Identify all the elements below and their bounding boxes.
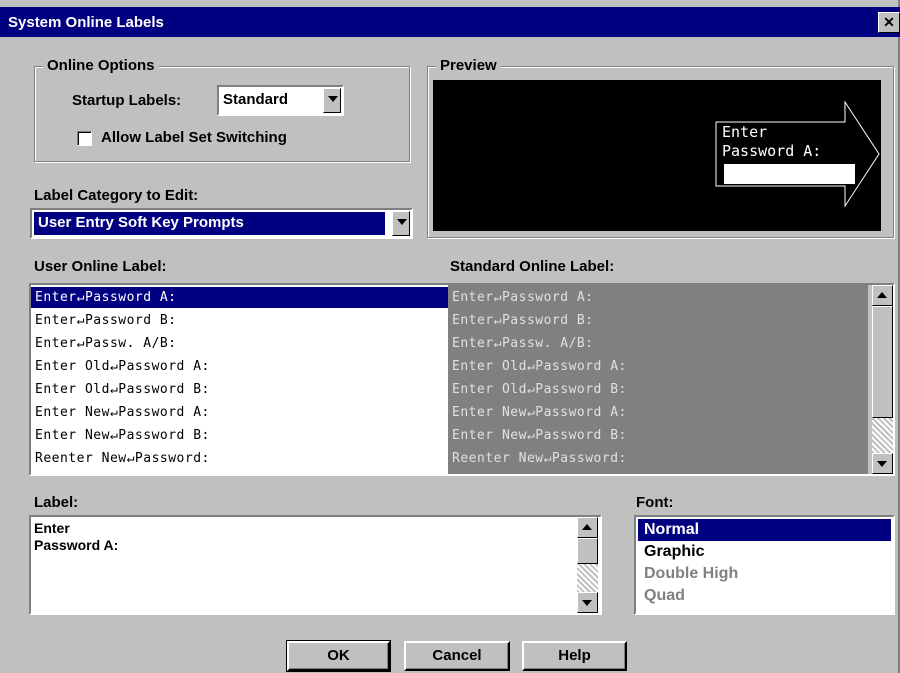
help-button[interactable]: Help [522, 641, 627, 671]
preview-display: Enter Password A: [433, 80, 881, 231]
standard-labels-column: Enter↵Password A: Enter↵Password B: Ente… [448, 285, 868, 474]
user-label-row[interactable]: Enter Old↵Password A: [31, 356, 448, 377]
font-option-normal[interactable]: Normal [638, 519, 891, 541]
scroll-down-button[interactable] [872, 453, 893, 474]
arrow-up-icon [877, 292, 887, 298]
ok-button[interactable]: OK [286, 640, 391, 672]
scroll-up-button[interactable] [872, 285, 893, 306]
standard-label-row: Enter↵Password B: [452, 313, 594, 328]
standard-label-row: Reenter New↵Password: [452, 451, 627, 466]
close-button[interactable]: ✕ [878, 12, 900, 33]
font-option-double-high: Double High [644, 565, 739, 582]
label-category-value: User Entry Soft Key Prompts [38, 214, 244, 231]
label-category-label: Label Category to Edit: [34, 187, 199, 204]
arrow-down-icon [582, 600, 592, 606]
label-category-dropdown-button[interactable] [392, 211, 410, 236]
user-label-row[interactable]: Reenter New↵Password: [31, 448, 448, 469]
label-edit-textarea[interactable]: Enter Password A: [29, 515, 602, 615]
online-labels-scrollbar[interactable] [872, 285, 893, 474]
cancel-button[interactable]: Cancel [404, 641, 510, 671]
user-label-row[interactable]: Enter↵Password A: [31, 287, 448, 308]
font-option-graphic[interactable]: Graphic [638, 541, 891, 563]
startup-labels-dropdown[interactable]: Standard [217, 85, 344, 116]
close-icon: ✕ [883, 14, 895, 30]
standard-label-row: Enter↵Password A: [452, 290, 594, 305]
label-edit-scrollbar[interactable] [577, 517, 598, 613]
standard-label-row: Enter New↵Password B: [452, 428, 627, 443]
scroll-up-button[interactable] [577, 517, 598, 538]
user-online-label-header: User Online Label: [34, 258, 167, 275]
user-label-row[interactable]: Enter↵Passw. A/B: [31, 333, 448, 354]
allow-label-set-switching-checkbox[interactable] [77, 131, 92, 146]
user-label-row[interactable]: Enter New↵Password A: [31, 402, 448, 423]
preview-title: Preview [436, 57, 501, 74]
user-label-row[interactable]: Enter Old↵Password B: [31, 379, 448, 400]
standard-label-row: Enter↵Passw. A/B: [452, 336, 594, 351]
standard-online-label-header: Standard Online Label: [450, 258, 615, 275]
standard-label-row: Enter New↵Password A: [452, 405, 627, 420]
scroll-track[interactable] [872, 418, 893, 453]
label-edit-line-2: Password A: [34, 537, 119, 553]
startup-labels-label: Startup Labels: [72, 92, 182, 109]
online-labels-list[interactable]: Enter↵Password A: Enter↵Password B: Ente… [29, 283, 895, 476]
user-label-row[interactable]: Enter New↵Password B: [31, 425, 448, 446]
preview-highlight-bar [724, 164, 855, 184]
scroll-down-button[interactable] [577, 592, 598, 613]
scroll-thumb[interactable] [872, 306, 893, 418]
preview-line-2: Password A: [722, 142, 822, 160]
label-edit-line-1: Enter [34, 520, 70, 536]
title-bar[interactable]: System Online Labels ✕ [0, 7, 900, 37]
startup-labels-value: Standard [223, 91, 289, 108]
scroll-track[interactable] [577, 564, 598, 592]
font-listbox[interactable]: Normal Graphic Double High Quad [634, 515, 895, 615]
user-labels-column: Enter↵Password A: Enter↵Password B: Ente… [31, 285, 448, 474]
chevron-down-icon [328, 96, 338, 102]
scroll-thumb[interactable] [577, 538, 598, 564]
standard-label-row: Enter Old↵Password A: [452, 359, 627, 374]
startup-labels-dropdown-button[interactable] [323, 88, 341, 113]
user-label-row[interactable]: Enter↵Password B: [31, 310, 448, 331]
system-online-labels-dialog: System Online Labels ✕ Online Options St… [0, 0, 900, 673]
online-options-title: Online Options [43, 57, 159, 74]
chevron-down-icon [397, 219, 407, 225]
font-header: Font: [636, 494, 674, 511]
label-edit-header: Label: [34, 494, 79, 511]
allow-label-set-switching-label[interactable]: Allow Label Set Switching [101, 129, 287, 146]
preview-line-1: Enter [722, 123, 768, 141]
arrow-down-icon [877, 461, 887, 467]
font-option-quad: Quad [644, 587, 685, 604]
arrow-up-icon [582, 524, 592, 530]
window-title: System Online Labels [8, 14, 164, 31]
label-category-dropdown[interactable]: User Entry Soft Key Prompts [30, 208, 413, 239]
standard-label-row: Enter Old↵Password B: [452, 382, 627, 397]
